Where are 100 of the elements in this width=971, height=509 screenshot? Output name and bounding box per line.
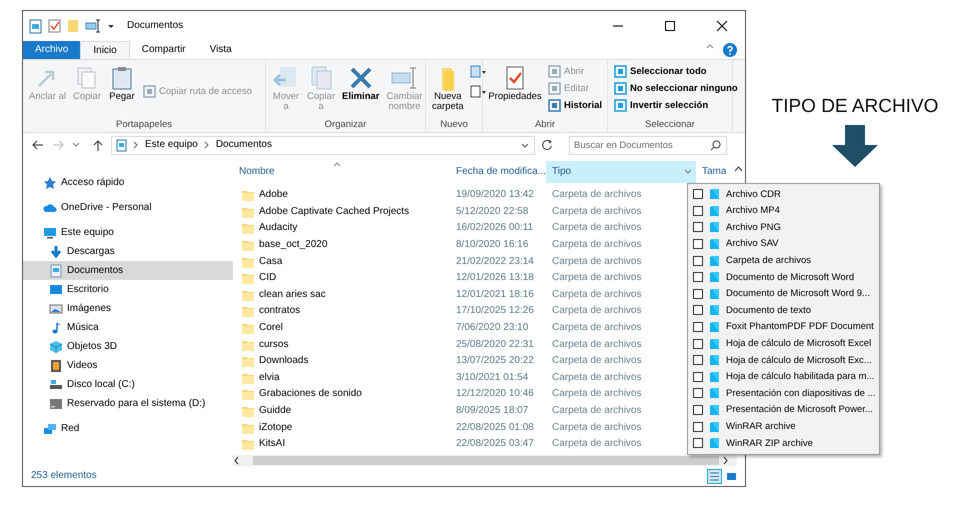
checkbox[interactable] <box>693 338 703 349</box>
table-cell[interactable]: cursos <box>233 338 450 352</box>
ribbon-button[interactable]: Propiedades <box>487 64 543 119</box>
sidebar-item[interactable]: Música <box>23 318 233 337</box>
table-cell[interactable]: Grabaciones de sonido <box>233 387 450 402</box>
filter-option[interactable]: Hoja de cálculo de Microsoft Excel <box>688 335 879 352</box>
sidebar-item[interactable]: Reservado para el sistema (D:) <box>23 394 233 413</box>
address-bar[interactable]: Este equipo Documentos <box>111 136 535 154</box>
column-header[interactable]: Tama <box>696 161 736 183</box>
dropdown-icon[interactable] <box>107 22 115 30</box>
file-name[interactable]: CID <box>259 272 276 284</box>
filter-option[interactable]: Documento de texto <box>688 302 879 319</box>
filter-option[interactable]: WinRAR ZIP archive <box>688 434 879 452</box>
table-cell[interactable]: Guidde <box>233 404 450 418</box>
filter-option[interactable]: Archivo MP4 <box>688 202 879 220</box>
new-item-icon[interactable] <box>468 64 487 80</box>
file-name[interactable]: base_oct_2020 <box>259 239 328 252</box>
sidebar-item[interactable]: Videos <box>23 356 233 375</box>
sidebar-item[interactable]: Imágenes <box>23 299 233 318</box>
sidebar-item[interactable]: Objetos 3D <box>23 337 233 356</box>
sidebar-item[interactable]: Descargas <box>23 242 233 261</box>
checkbox[interactable] <box>693 405 703 416</box>
file-name[interactable]: Audacity <box>259 222 298 234</box>
checkbox[interactable] <box>693 189 703 200</box>
filter-option[interactable]: Documento de Microsoft Word 9... <box>688 286 879 302</box>
help-icon[interactable] <box>723 43 737 57</box>
ribbon-tab[interactable]: Compartir <box>130 41 198 59</box>
up-icon[interactable] <box>91 138 105 152</box>
filter-option[interactable]: Archivo SAV <box>688 236 879 252</box>
ribbon-tab[interactable]: Inicio <box>80 41 130 59</box>
table-cell[interactable]: contratos <box>233 304 450 318</box>
scroll-right-icon[interactable] <box>721 456 729 465</box>
checkbox[interactable] <box>693 422 703 432</box>
sidebar-item[interactable]: Escritorio <box>23 280 233 299</box>
search-icon[interactable] <box>710 140 721 150</box>
sidebar-item[interactable]: OneDrive - Personal <box>23 198 233 217</box>
breadcrumb[interactable]: Este equipo <box>145 139 198 151</box>
table-cell[interactable]: Casa <box>233 254 450 269</box>
scroll-left-icon[interactable] <box>233 456 241 465</box>
file-name[interactable]: clean aries sac <box>259 288 326 301</box>
file-name[interactable]: Guidde <box>259 405 292 418</box>
checkbox[interactable] <box>693 305 703 316</box>
filter-option[interactable]: Foxit PhantomPDF PDF Document <box>688 318 879 336</box>
table-cell[interactable]: Adobe <box>233 188 450 202</box>
back-icon[interactable] <box>31 138 45 152</box>
file-name[interactable]: KitsAI <box>259 438 286 450</box>
details-view-button[interactable] <box>707 468 722 484</box>
checkbox[interactable] <box>693 256 703 266</box>
table-cell[interactable]: CID <box>233 271 450 286</box>
ribbon-button[interactable]: Historial <box>546 98 604 113</box>
refresh-icon[interactable] <box>541 139 553 151</box>
filter-option[interactable]: Hoja de cálculo habilitada para m... <box>688 368 879 386</box>
file-name[interactable]: Grabaciones de sonido <box>259 388 362 400</box>
ribbon-button[interactable]: Nueva carpeta <box>430 64 466 119</box>
rename-icon[interactable] <box>85 19 101 33</box>
filter-option[interactable]: Archivo PNG <box>688 219 879 236</box>
file-name[interactable]: contratos <box>259 305 300 318</box>
column-header[interactable]: Tipo <box>546 161 696 183</box>
ribbon-button[interactable]: No seleccionar ninguno <box>612 81 740 96</box>
checkbox[interactable] <box>693 288 703 299</box>
file-name[interactable]: Adobe <box>259 189 288 202</box>
column-header[interactable]: Nombre <box>233 161 450 183</box>
table-cell[interactable]: Downloads <box>233 354 450 368</box>
file-name[interactable]: Casa <box>259 256 282 268</box>
file-name[interactable]: Adobe Captivate Cached Projects <box>259 206 410 218</box>
checkbox[interactable] <box>693 222 703 232</box>
checkbox[interactable] <box>693 322 703 332</box>
sidebar-item[interactable]: Red <box>23 419 233 438</box>
filter-option[interactable]: Presentación de Microsoft Power... <box>688 402 879 418</box>
checkbox[interactable] <box>693 272 703 282</box>
horizontal-scrollbar[interactable] <box>233 455 737 466</box>
table-cell[interactable]: clean aries sac <box>233 288 450 302</box>
search-field[interactable]: Buscar en Documentos <box>569 136 727 154</box>
filter-option[interactable]: Presentación con diapositivas de ... <box>688 385 879 402</box>
scrollbar-thumb[interactable] <box>253 456 719 465</box>
file-name[interactable]: iZotope <box>259 422 292 434</box>
file-name[interactable]: Corel <box>259 322 283 334</box>
table-cell[interactable]: Audacity <box>233 221 450 236</box>
ribbon-button[interactable]: Seleccionar todo <box>612 64 740 79</box>
filter-option[interactable]: Carpeta de archivos <box>688 252 879 269</box>
maximize-icon[interactable] <box>662 18 678 34</box>
table-cell[interactable]: Corel <box>233 321 450 336</box>
table-cell[interactable]: Adobe Captivate Cached Projects <box>233 204 450 219</box>
ribbon-button[interactable]: Pegar <box>106 64 138 119</box>
table-cell[interactable]: iZotope <box>233 420 450 435</box>
ribbon-tab[interactable]: Vista <box>198 41 244 59</box>
sidebar-item[interactable]: Disco local (C:) <box>23 375 233 394</box>
file-name[interactable]: Downloads <box>259 355 308 368</box>
checkbox[interactable] <box>693 239 703 250</box>
ribbon-button[interactable]: Invertir selección <box>612 98 740 113</box>
file-name[interactable]: elvia <box>259 372 280 384</box>
filter-option[interactable]: Documento de Microsoft Word <box>688 268 879 286</box>
checkbox[interactable] <box>693 372 703 382</box>
checkbox[interactable] <box>693 206 703 216</box>
table-cell[interactable]: KitsAI <box>233 437 450 452</box>
shortcut-icon[interactable] <box>468 84 487 100</box>
table-cell[interactable]: base_oct_2020 <box>233 238 450 252</box>
checkmark-icon[interactable] <box>48 19 61 33</box>
filter-option[interactable]: WinRAR archive <box>688 418 879 435</box>
table-cell[interactable]: elvia <box>233 370 450 385</box>
